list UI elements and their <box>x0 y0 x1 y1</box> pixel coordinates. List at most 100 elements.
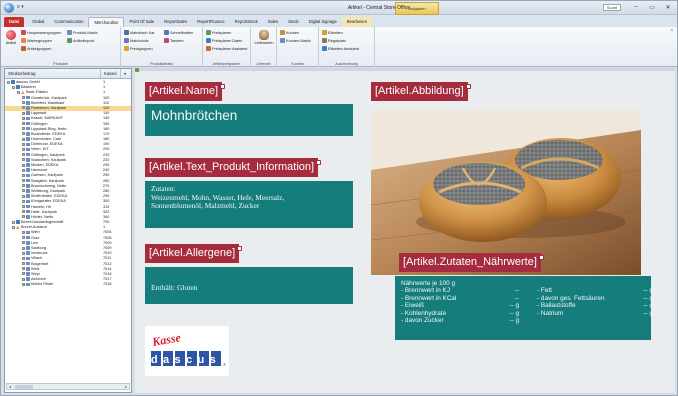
expand-icon[interactable]: + <box>22 282 25 286</box>
matrixfach-button[interactable]: Matrixfach Kat. <box>124 30 155 35</box>
preisgruppen-button[interactable]: Preisgruppen <box>124 46 153 51</box>
scroll-thumb[interactable] <box>15 385 33 389</box>
tab-datei[interactable]: Datei <box>4 17 25 27</box>
warengruppen-button[interactable]: Warengruppen <box>21 38 52 43</box>
hauptwarengruppen-button[interactable]: Hauptwarengruppen <box>21 30 61 35</box>
tab-digital-signage[interactable]: Digital Signage <box>304 17 342 27</box>
expand-icon[interactable]: + <box>22 205 25 208</box>
expand-icon[interactable]: + <box>22 96 25 100</box>
artikelimport-button[interactable]: Artikelimport <box>67 38 94 43</box>
etiketten-label: Etiketten <box>328 30 343 35</box>
tab-stock[interactable]: Stock <box>283 17 303 27</box>
scroll-right-icon[interactable]: ▸ <box>123 384 129 389</box>
tab-point-of-sale[interactable]: Point Of Sale <box>124 17 159 27</box>
tab-communication[interactable]: Communication <box>49 17 88 27</box>
expand-icon[interactable]: + <box>22 189 25 193</box>
artikelgruppen-button[interactable]: Artikelgruppen <box>21 46 51 51</box>
product-photo[interactable] <box>371 110 641 275</box>
close-icon[interactable]: ✕ <box>663 3 673 11</box>
ribbon-collapse-icon[interactable]: ^ <box>671 29 673 35</box>
column-header-kassel[interactable]: Kassel <box>101 69 121 78</box>
expand-icon[interactable]: + <box>22 246 25 250</box>
tab-reportfinance[interactable]: ReportFinance <box>192 17 229 27</box>
preisplaner-button[interactable]: Preisplaner <box>206 30 231 35</box>
tandem-button[interactable]: Tandem <box>164 38 184 43</box>
expand-icon[interactable]: + <box>22 163 25 167</box>
expand-icon[interactable]: + <box>22 262 25 266</box>
scroll-left-icon[interactable]: ◂ <box>7 384 13 389</box>
kunden-matrix-button[interactable]: Kunden-Matrix <box>280 38 311 43</box>
expand-icon[interactable]: + <box>22 236 25 240</box>
field-artikel-text[interactable]: [Artikel.Text_Produkt_Information] <box>145 158 322 177</box>
expand-icon[interactable]: + <box>22 142 25 146</box>
tab-bearbeiten[interactable]: Bearbeiten <box>341 17 373 27</box>
regalplatz-button[interactable]: Regalplatz <box>322 38 346 43</box>
collapse-icon[interactable]: − <box>12 225 15 229</box>
store-icon <box>26 246 30 250</box>
article-button[interactable]: Artikel <box>3 30 19 45</box>
label-design-canvas[interactable]: [Artikel.Name] Mohnbrötchen [Artikel.Tex… <box>135 68 675 393</box>
tab-merchandise[interactable]: Merchandise <box>88 17 125 27</box>
quick-access-toolbar[interactable]: ≡ ▾ <box>17 4 24 10</box>
lieferanten-button[interactable]: Lieferanten <box>253 30 275 45</box>
etiketten-button[interactable]: Etiketten <box>322 30 343 35</box>
expand-icon[interactable]: + <box>22 173 25 177</box>
expand-icon[interactable]: + <box>22 116 25 120</box>
tab-reportstock[interactable]: ReportStock <box>230 17 263 27</box>
preisplaner-assistent-button[interactable]: Preisplaner Assistent <box>206 46 247 51</box>
collapse-icon[interactable]: − <box>17 90 20 94</box>
app-orb-icon[interactable] <box>4 3 14 13</box>
tab-reportsales[interactable]: ReportSales <box>159 17 192 27</box>
expand-icon[interactable]: + <box>22 215 25 219</box>
produkt-matrix-button[interactable]: Produkt-Matrix <box>67 30 98 35</box>
expand-icon[interactable]: + <box>22 230 25 234</box>
expand-icon[interactable]: + <box>22 127 25 131</box>
column-header-struktur[interactable]: Strukturbeitrag <box>5 69 101 78</box>
expand-icon[interactable]: + <box>22 210 25 214</box>
expand-icon[interactable]: + <box>22 101 25 105</box>
expand-icon[interactable]: + <box>22 147 25 151</box>
expand-icon[interactable]: + <box>22 256 25 260</box>
expand-icon[interactable]: + <box>22 153 25 157</box>
field-artikel-allergene[interactable]: [Artikel.Allergene] <box>145 244 243 263</box>
search-button[interactable]: Sucht <box>603 4 621 11</box>
expand-icon[interactable]: + <box>22 267 25 271</box>
expand-icon[interactable]: + <box>22 158 25 162</box>
etiketten-assistent-button[interactable]: Etiketten Assistent <box>322 46 359 51</box>
horizontal-scrollbar[interactable]: ◂ ▸ <box>6 383 130 390</box>
collapse-icon[interactable]: − <box>12 220 15 224</box>
expand-icon[interactable]: + <box>22 106 25 110</box>
expand-icon[interactable]: + <box>22 122 25 125</box>
expand-icon[interactable]: + <box>22 132 25 136</box>
expand-icon[interactable]: + <box>22 251 25 255</box>
allergen-box[interactable]: Enthält: Gluten <box>145 267 353 304</box>
article-name-box[interactable]: Mohnbrötchen <box>145 104 353 136</box>
minimize-icon[interactable]: – <box>631 3 641 11</box>
tab-sales[interactable]: Sales <box>263 17 283 27</box>
collapse-icon[interactable]: − <box>7 80 10 84</box>
kunden-button[interactable]: Kunden <box>280 30 299 35</box>
expand-icon[interactable]: + <box>22 168 25 172</box>
field-artikel-zutaten-naehrwerte[interactable]: [Artikel.Zutaten_Nährwerte] <box>399 253 544 272</box>
expand-icon[interactable]: + <box>22 111 25 115</box>
schnellbatten-button[interactable]: Schnellbatten <box>164 30 193 35</box>
preisplaner-daten-button[interactable]: Preisplaner Daten <box>206 38 242 43</box>
expand-icon[interactable]: + <box>22 199 25 203</box>
tree-row[interactable]: + Mobile Filiale 7018 <box>5 282 131 287</box>
expand-icon[interactable]: + <box>22 277 25 281</box>
field-artikel-abbildung[interactable]: [Artikel.Abbildung] <box>371 82 471 101</box>
maximize-icon[interactable]: ▭ <box>647 3 657 11</box>
matchcode-button[interactable]: Matchcode <box>124 38 149 43</box>
expand-icon[interactable]: + <box>22 241 25 245</box>
product-info-box[interactable]: Zutaten: Weizenmehl, Mohn, Wasser, Hefe, … <box>145 181 353 228</box>
tab-global[interactable]: Global <box>27 17 49 27</box>
column-chooser-icon[interactable]: ▾ <box>121 69 129 78</box>
expand-icon[interactable]: + <box>22 194 25 198</box>
field-artikel-name[interactable]: [Artikel.Name] <box>145 82 226 101</box>
expand-icon[interactable]: + <box>22 272 25 276</box>
expand-icon[interactable]: + <box>22 184 25 188</box>
expand-icon[interactable]: + <box>22 137 25 141</box>
expand-icon[interactable]: + <box>22 179 25 183</box>
nutrition-box[interactable]: Nährwerte je 100 g - Brennwert in KJ -- - … <box>395 276 653 340</box>
collapse-icon[interactable]: − <box>12 85 15 89</box>
